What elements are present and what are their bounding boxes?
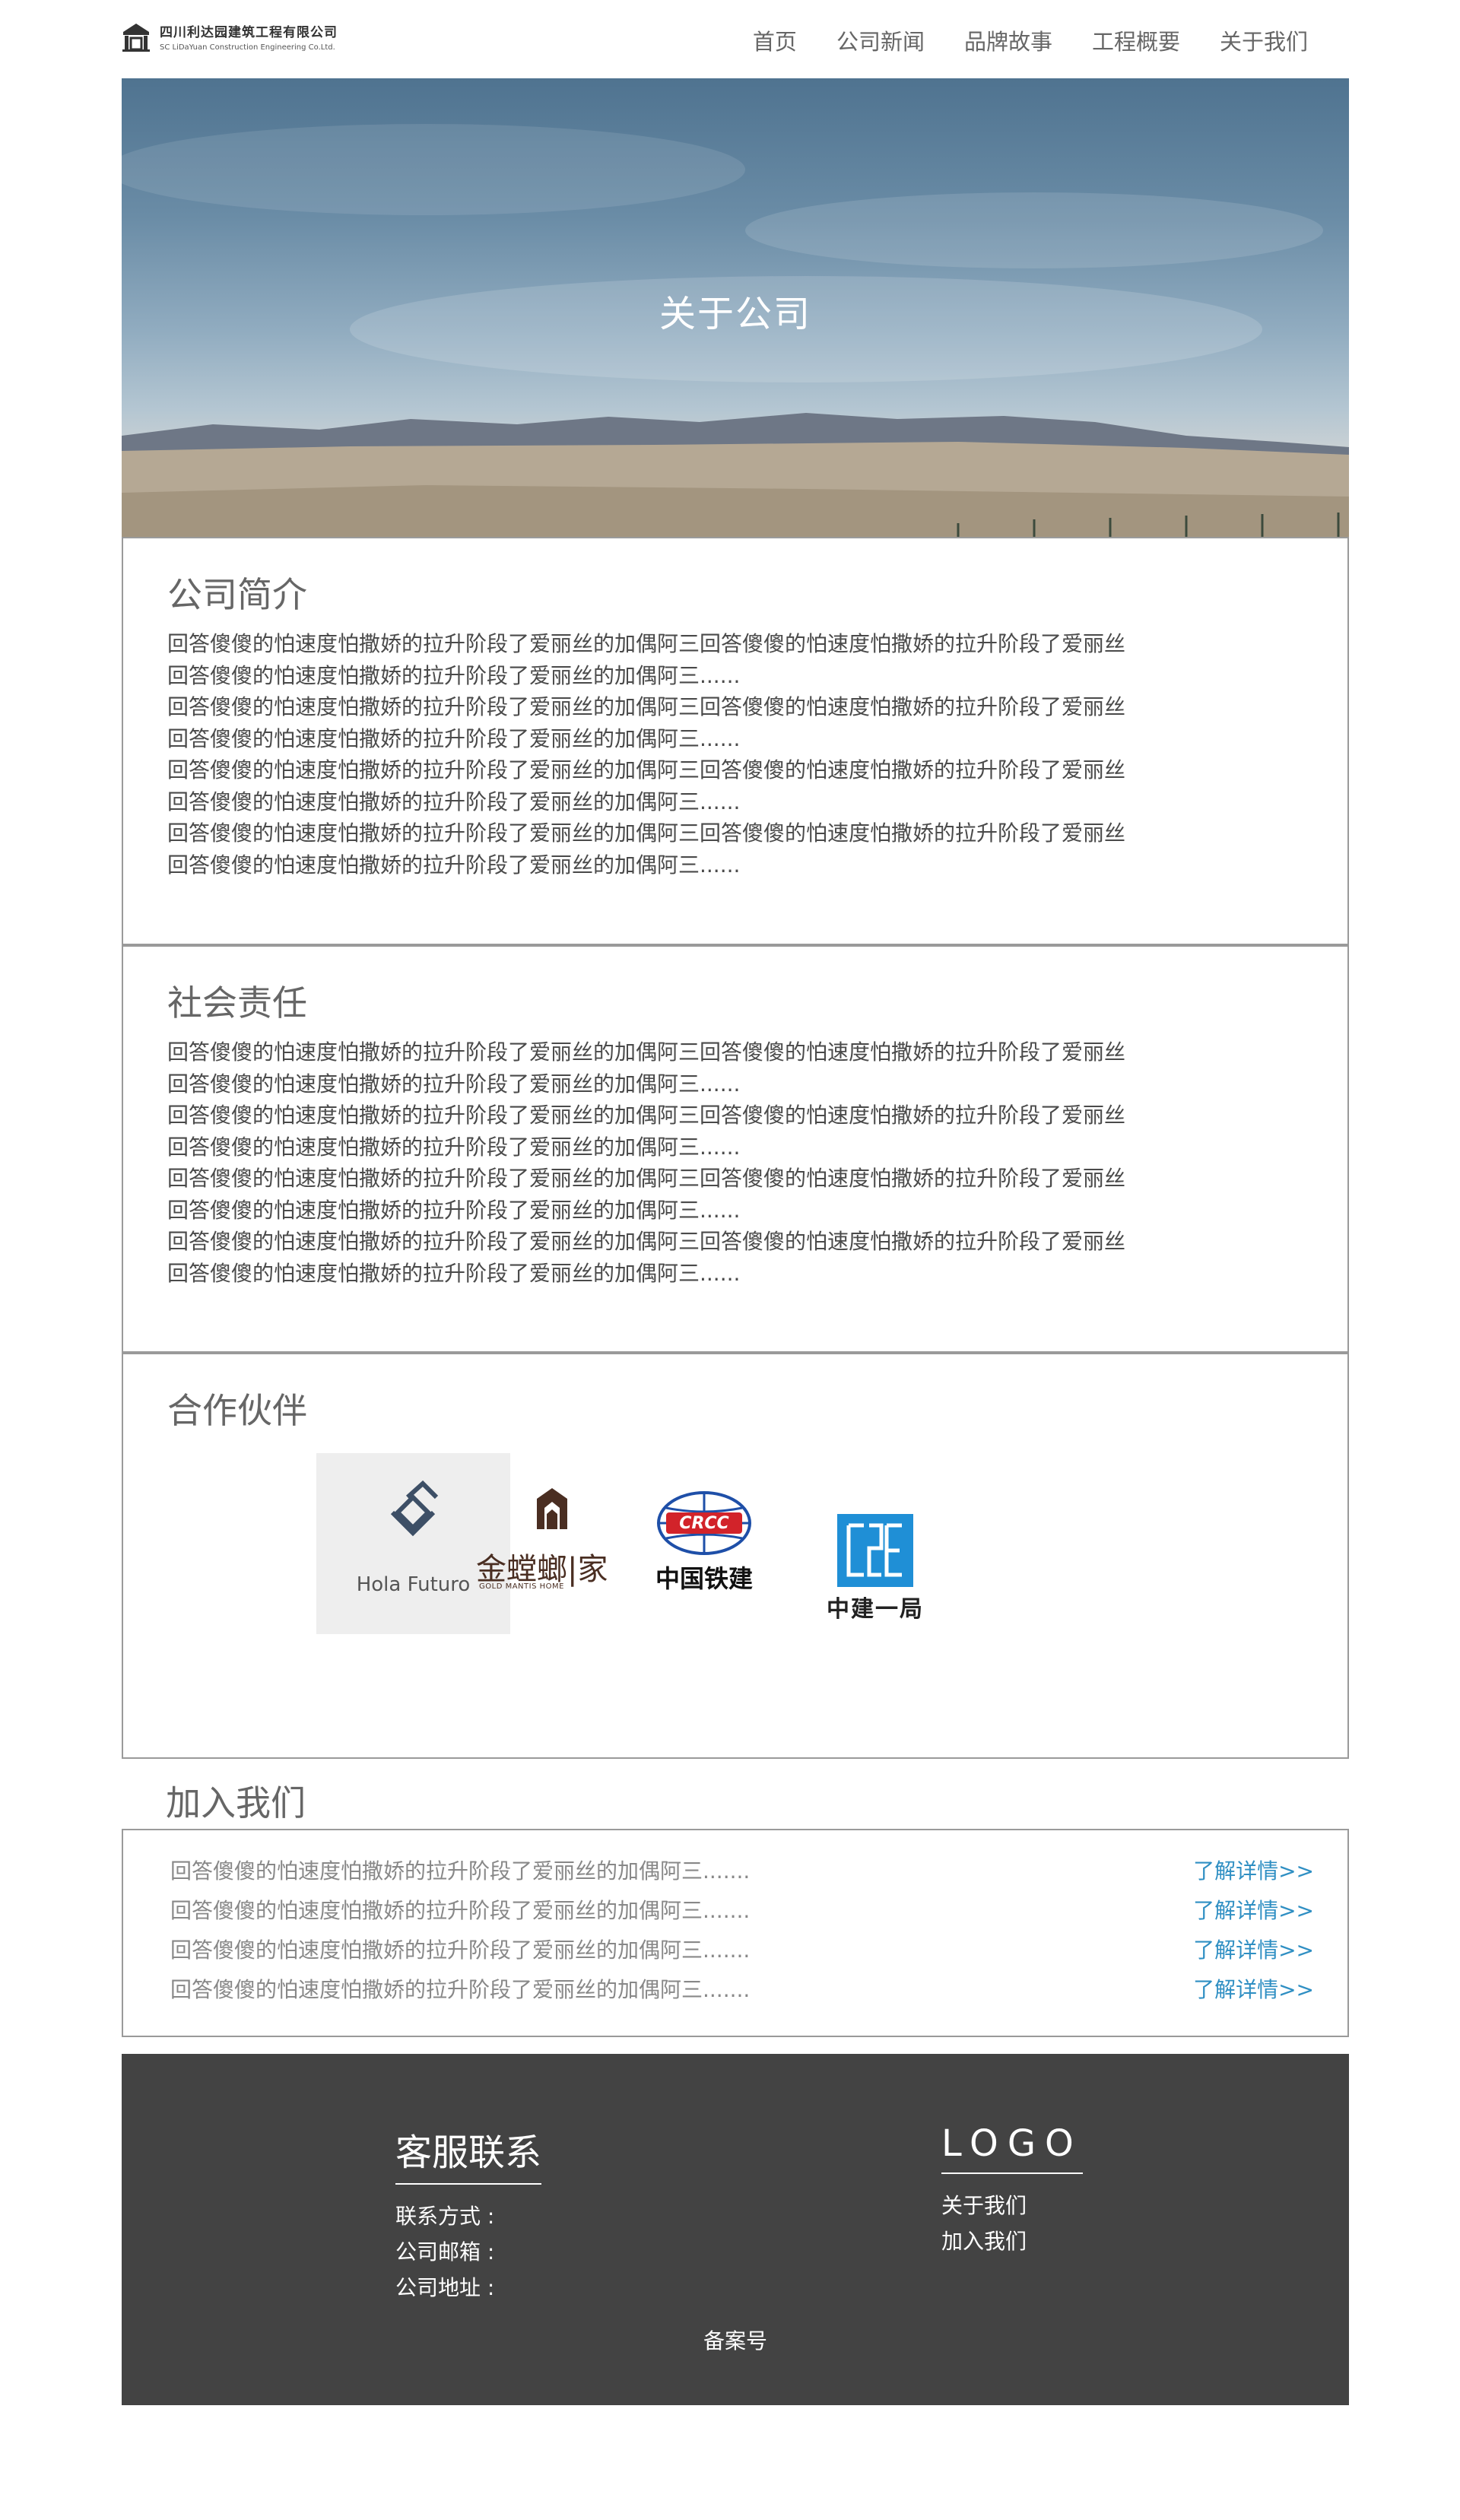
join-section-title: 加入我们 <box>166 1782 306 1823</box>
main-nav: 首页 公司新闻 品牌故事 工程概要 关于我们 <box>753 24 1308 56</box>
company-name-en: SC LiDaYuan Construction Engineering Co.… <box>160 43 335 52</box>
section-title: 公司简介 <box>167 574 307 615</box>
paragraph-line: 回答傻傻的怕速度怕撒娇的拉升阶段了爱丽丝的加偶阿三...... <box>167 662 741 688</box>
job-description: 回答傻傻的怕速度怕撒娇的拉升阶段了爱丽丝的加偶阿三....... <box>170 1977 751 2002</box>
job-description: 回答傻傻的怕速度怕撒娇的拉升阶段了爱丽丝的加偶阿三....... <box>170 1858 751 1884</box>
paragraph-line: 回答傻傻的怕速度怕撒娇的拉升阶段了爱丽丝的加偶阿三回答傻傻的怕速度怕撒娇的拉升阶… <box>167 694 1126 719</box>
paragraph-line: 回答傻傻的怕速度怕撒娇的拉升阶段了爱丽丝的加偶阿三...... <box>167 1197 741 1223</box>
cscec-logo-icon <box>837 1514 913 1587</box>
footer-logo[interactable]: LOGO <box>941 2122 1083 2174</box>
footer-link-join[interactable]: 加入我们 <box>941 2223 1083 2259</box>
paragraph-line: 回答傻傻的怕速度怕撒娇的拉升阶段了爱丽丝的加偶阿三...... <box>167 1260 741 1286</box>
company-intro-section: 公司简介 回答傻傻的怕速度怕撒娇的拉升阶段了爱丽丝的加偶阿三回答傻傻的怕速度怕撒… <box>122 537 1349 945</box>
partner-subname: GOLD MANTIS HOME <box>479 1582 564 1591</box>
learn-more-link[interactable]: 了解详情>> <box>1193 1894 1314 1925</box>
crcc-logo-icon: CRCC <box>657 1491 751 1555</box>
paragraph-line: 回答傻傻的怕速度怕撒娇的拉升阶段了爱丽丝的加偶阿三回答傻傻的怕速度怕撒娇的拉升阶… <box>167 631 1126 656</box>
crcc-badge-text: CRCC <box>679 1514 728 1533</box>
job-row: 回答傻傻的怕速度怕撒娇的拉升阶段了爱丽丝的加偶阿三....... 了解详情>> <box>170 1890 1314 1929</box>
footer-contact-phone: 联系方式 : <box>395 2204 495 2229</box>
footer-links: LOGO 关于我们 加入我们 <box>941 2122 1083 2259</box>
hero-title: 关于公司 <box>659 293 811 335</box>
hero-banner: 关于公司 <box>122 78 1349 538</box>
footer-link-about[interactable]: 关于我们 <box>941 2188 1083 2223</box>
section-body: 回答傻傻的怕速度怕撒娇的拉升阶段了爱丽丝的加偶阿三回答傻傻的怕速度怕撒娇的拉升阶… <box>167 628 1125 881</box>
partner-logos: Hola Futuro 金螳螂|家 GOLD MANTIS HOME CRCC … <box>316 1453 1001 1636</box>
job-row: 回答傻傻的怕速度怕撒娇的拉升阶段了爱丽丝的加偶阿三....... 了解详情>> <box>170 1929 1314 1969</box>
paragraph-line: 回答傻傻的怕速度怕撒娇的拉升阶段了爱丽丝的加偶阿三...... <box>167 1071 741 1097</box>
nav-item-projects[interactable]: 工程概要 <box>1092 24 1180 56</box>
learn-more-link[interactable]: 了解详情>> <box>1193 1934 1314 1964</box>
partner-crcc[interactable]: CRCC 中国铁建 <box>643 1491 765 1593</box>
paragraph-line: 回答傻傻的怕速度怕撒娇的拉升阶段了爱丽丝的加偶阿三回答傻傻的怕速度怕撒娇的拉升阶… <box>167 1166 1126 1191</box>
partner-name: 中国铁建 <box>655 1564 753 1593</box>
footer-contact-email: 公司邮箱 : <box>395 2239 495 2265</box>
join-list: 回答傻傻的怕速度怕撒娇的拉升阶段了爱丽丝的加偶阿三....... 了解详情>> … <box>122 1829 1349 2037</box>
partner-cscec[interactable]: 中建一局 <box>814 1514 936 1628</box>
section-title: 合作伙伴 <box>167 1390 307 1431</box>
paragraph-line: 回答傻傻的怕速度怕撒娇的拉升阶段了爱丽丝的加偶阿三回答傻傻的怕速度怕撒娇的拉升阶… <box>167 757 1126 782</box>
partners-section: 合作伙伴 Hola Futuro 金螳螂|家 GOLD MANTIS HOME <box>122 1353 1349 1759</box>
paragraph-line: 回答傻傻的怕速度怕撒娇的拉升阶段了爱丽丝的加偶阿三...... <box>167 1134 741 1160</box>
job-description: 回答傻傻的怕速度怕撒娇的拉升阶段了爱丽丝的加偶阿三....... <box>170 1938 751 1963</box>
section-title: 社会责任 <box>167 982 307 1024</box>
job-row: 回答傻傻的怕速度怕撒娇的拉升阶段了爱丽丝的加偶阿三....... 了解详情>> <box>170 1850 1314 1890</box>
paragraph-line: 回答傻傻的怕速度怕撒娇的拉升阶段了爱丽丝的加偶阿三回答傻傻的怕速度怕撒娇的拉升阶… <box>167 1039 1126 1065</box>
nav-item-about[interactable]: 关于我们 <box>1220 24 1308 56</box>
gold-mantis-logo-icon <box>537 1488 567 1529</box>
footer-contact-address: 公司地址 : <box>395 2275 495 2300</box>
paragraph-line: 回答傻傻的怕速度怕撒娇的拉升阶段了爱丽丝的加偶阿三回答傻傻的怕速度怕撒娇的拉升阶… <box>167 1229 1126 1254</box>
paragraph-line: 回答傻傻的怕速度怕撒娇的拉升阶段了爱丽丝的加偶阿三...... <box>167 725 741 751</box>
site-footer: 客服联系 联系方式 : 公司邮箱 : 公司地址 : LOGO 关于我们 加入我们… <box>122 2054 1349 2405</box>
learn-more-link[interactable]: 了解详情>> <box>1193 1855 1314 1885</box>
partner-name: 中建一局 <box>827 1596 924 1623</box>
nav-item-home[interactable]: 首页 <box>753 24 797 56</box>
paragraph-line: 回答傻傻的怕速度怕撒娇的拉升阶段了爱丽丝的加偶阿三...... <box>167 789 741 814</box>
partner-gold-mantis[interactable]: 金螳螂|家 GOLD MANTIS HOME <box>476 1484 628 1601</box>
nav-item-brand-story[interactable]: 品牌故事 <box>964 24 1052 56</box>
footer-contact: 客服联系 联系方式 : 公司邮箱 : 公司地址 : <box>395 2122 542 2306</box>
footer-contact-title: 客服联系 <box>395 2122 542 2185</box>
company-name-cn: 四川利达园建筑工程有限公司 <box>160 25 338 40</box>
paragraph-line: 回答傻傻的怕速度怕撒娇的拉升阶段了爱丽丝的加偶阿三回答傻傻的怕速度怕撒娇的拉升阶… <box>167 1103 1126 1128</box>
nav-item-news[interactable]: 公司新闻 <box>836 24 925 56</box>
learn-more-link[interactable]: 了解详情>> <box>1193 1973 1314 2004</box>
paragraph-line: 回答傻傻的怕速度怕撒娇的拉升阶段了爱丽丝的加偶阿三回答傻傻的怕速度怕撒娇的拉升阶… <box>167 820 1126 846</box>
job-row: 回答傻傻的怕速度怕撒娇的拉升阶段了爱丽丝的加偶阿三....... 了解详情>> <box>170 1969 1314 2008</box>
job-description: 回答傻傻的怕速度怕撒娇的拉升阶段了爱丽丝的加偶阿三....... <box>170 1898 751 1923</box>
social-responsibility-section: 社会责任 回答傻傻的怕速度怕撒娇的拉升阶段了爱丽丝的加偶阿三回答傻傻的怕速度怕撒… <box>122 945 1349 1353</box>
site-header: 四川利达园建筑工程有限公司 SC LiDaYuan Construction E… <box>0 0 1460 76</box>
company-logo[interactable]: 四川利达园建筑工程有限公司 SC LiDaYuan Construction E… <box>122 21 338 52</box>
paragraph-line: 回答傻傻的怕速度怕撒娇的拉升阶段了爱丽丝的加偶阿三...... <box>167 852 741 878</box>
section-body: 回答傻傻的怕速度怕撒娇的拉升阶段了爱丽丝的加偶阿三回答傻傻的怕速度怕撒娇的拉升阶… <box>167 1036 1125 1289</box>
building-logo-icon <box>122 24 150 52</box>
footer-record-number: 备案号 <box>703 2328 767 2353</box>
